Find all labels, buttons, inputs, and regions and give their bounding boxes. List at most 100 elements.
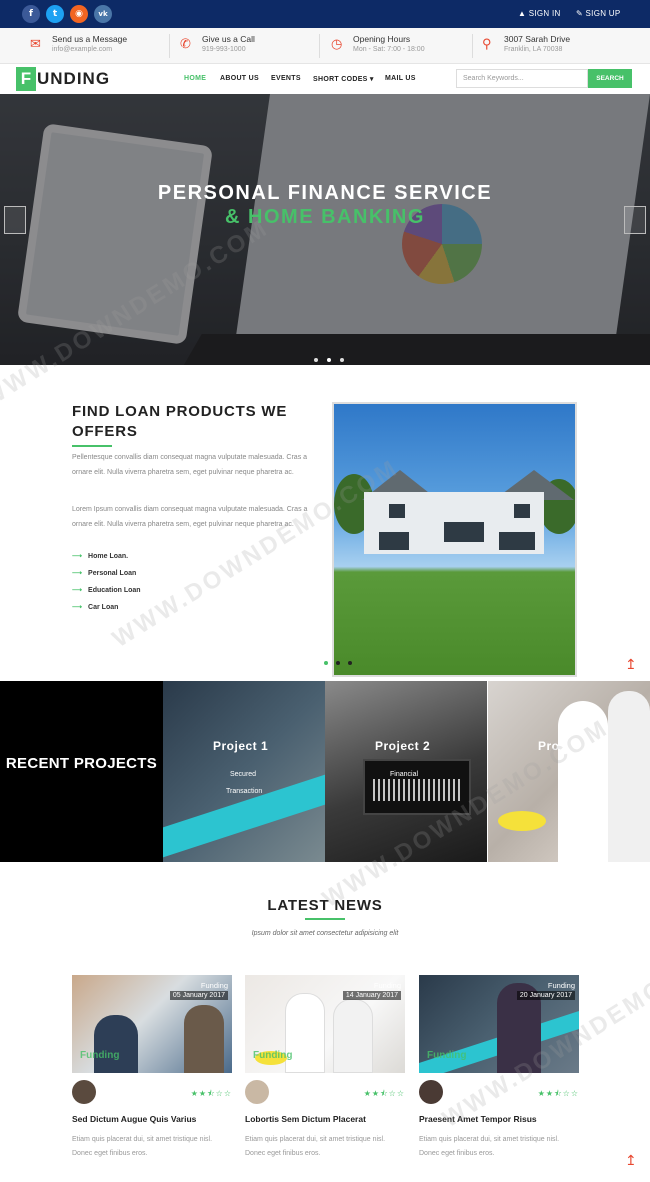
contact-info-bar: ✉ Send us a Message info@example.com ✆ G… xyxy=(0,28,650,64)
loan-item-label: Personal Loan xyxy=(88,570,137,577)
gallery-dot[interactable] xyxy=(324,661,328,665)
slider-dot[interactable] xyxy=(314,358,318,362)
info-title: Opening Hours xyxy=(353,34,411,44)
nav-mail-us[interactable]: MAIL US xyxy=(385,75,416,82)
info-address: ⚲ 3007 Sarah Drive Franklin, LA 70038 xyxy=(482,34,612,58)
image-watermark: Funding xyxy=(253,1050,293,1061)
loans-heading: FIND LOAN PRODUCTS WE OFFERS xyxy=(72,403,288,440)
window-image xyxy=(444,522,484,542)
rss-icon[interactable]: ◉ xyxy=(70,5,88,23)
info-title: 3007 Sarah Drive xyxy=(504,34,571,44)
info-title: Send us a Message xyxy=(52,34,128,44)
slider-dot[interactable] xyxy=(327,358,331,362)
divider xyxy=(472,34,473,58)
nav-short-codes[interactable]: SHORT CODES ▾ xyxy=(313,75,374,83)
news-title[interactable]: Lobortis Sem Dictum Placerat xyxy=(245,1114,366,1124)
divider xyxy=(319,34,320,58)
vk-icon[interactable]: vk xyxy=(94,5,112,23)
loan-item-label: Education Loan xyxy=(88,587,141,594)
project-card-2[interactable]: Project 2 Financial xyxy=(325,681,487,862)
project-title: Project 3 xyxy=(538,739,594,753)
arrow-right-icon: ⟶ xyxy=(72,587,83,594)
scroll-top-icon[interactable]: ↥ xyxy=(625,1152,637,1169)
slider-prev-button[interactable] xyxy=(4,206,26,234)
hero-title: PERSONAL FINANCE SERVICE xyxy=(157,182,493,204)
news-description: Etiam quis placerat dui, sit amet tristi… xyxy=(72,1136,213,1157)
news-date: 20 January 2017 xyxy=(516,991,575,1000)
author-avatar xyxy=(419,1080,443,1104)
gallery-dot[interactable] xyxy=(348,661,352,665)
loan-item-home[interactable]: ⟶ Home Loan. xyxy=(72,552,128,560)
window-image xyxy=(389,504,405,518)
news-title[interactable]: Praesent Amet Tempor Risus xyxy=(419,1114,537,1124)
rating-stars: ★★⯪☆☆ xyxy=(537,1089,579,1098)
top-bar: f t ◉ vk ▲ SIGN IN ✎ SIGN UP xyxy=(0,0,650,28)
loan-item-label: Car Loan xyxy=(88,604,119,611)
recent-projects-heading: RECENT PROJECTS xyxy=(5,755,158,772)
facebook-icon[interactable]: f xyxy=(22,5,40,23)
project-title: Project 2 xyxy=(375,739,431,753)
map-marker-icon: ⚲ xyxy=(482,36,492,51)
project-caption: Secured xyxy=(230,771,257,778)
arrow-right-icon: ⟶ xyxy=(72,553,83,560)
info-detail: 919-993-1000 xyxy=(202,46,246,53)
chair-image xyxy=(498,811,546,831)
news-heading: LATEST NEWS xyxy=(267,897,383,914)
news-image: Funding 05 January 2017 Funding xyxy=(72,975,232,1073)
project-card-3[interactable]: Project 3 xyxy=(488,681,650,862)
project-card-1[interactable]: Project 1 Secured Transaction xyxy=(163,681,325,862)
project-caption: Transaction xyxy=(226,788,263,795)
news-category: Funding xyxy=(547,981,575,990)
window-image xyxy=(379,532,409,550)
nav-home[interactable]: HOME xyxy=(184,75,206,82)
news-date: 05 January 2017 xyxy=(169,991,228,1000)
envelope-icon: ✉ xyxy=(30,36,41,51)
window-image xyxy=(514,504,530,518)
news-description: Etiam quis placerat dui, sit amet tristi… xyxy=(419,1136,560,1157)
arrow-right-icon: ⟶ xyxy=(72,604,83,611)
gallery-dot[interactable] xyxy=(336,661,340,665)
news-category: Funding xyxy=(200,981,228,990)
bar-chart-image xyxy=(373,779,463,801)
nav-about-us[interactable]: ABOUT US xyxy=(220,75,259,82)
hero-slider: PERSONAL FINANCE SERVICE & HOME BANKING xyxy=(0,94,650,365)
info-detail: Franklin, LA 70038 xyxy=(504,46,563,53)
site-logo[interactable]: F UNDING xyxy=(16,67,110,91)
loan-item-personal[interactable]: ⟶ Personal Loan xyxy=(72,569,136,577)
rating-stars: ★★⯪☆☆ xyxy=(190,1089,232,1098)
clock-icon: ◷ xyxy=(331,36,343,51)
loans-paragraph-1: Pellentesque convallis diam consequat ma… xyxy=(72,454,308,476)
slider-dot[interactable] xyxy=(340,358,344,362)
window-image xyxy=(499,532,535,550)
logo-text: UNDING xyxy=(37,69,111,88)
news-date: 14 January 2017 xyxy=(342,991,401,1000)
search-button[interactable]: SEARCH xyxy=(588,69,632,88)
person-image xyxy=(608,691,650,862)
loan-item-car[interactable]: ⟶ Car Loan xyxy=(72,603,118,611)
news-subtitle: Ipsum dolor sit amet consectetur adipisi… xyxy=(251,930,399,937)
image-watermark: Funding xyxy=(427,1050,467,1061)
info-title: Give us a Call xyxy=(202,34,255,44)
person-image xyxy=(94,1015,138,1073)
news-title[interactable]: Sed Dictum Augue Quis Varius xyxy=(72,1114,196,1124)
logo-letter: F xyxy=(16,67,36,91)
hero-overlay xyxy=(0,94,650,365)
sign-up-link[interactable]: ✎ SIGN UP xyxy=(576,9,621,18)
author-avatar xyxy=(72,1080,96,1104)
rating-stars: ★★⯪☆☆ xyxy=(363,1089,405,1098)
hero-subtitle: & HOME BANKING xyxy=(225,206,425,228)
sign-up-label: SIGN UP xyxy=(585,9,621,18)
twitter-icon[interactable]: t xyxy=(46,5,64,23)
nav-events[interactable]: EVENTS xyxy=(271,75,301,82)
loan-item-label: Home Loan. xyxy=(88,553,129,560)
divider xyxy=(169,34,170,58)
slider-next-button[interactable] xyxy=(624,206,646,234)
search-input[interactable]: Search Keywords... xyxy=(456,69,588,88)
person-image xyxy=(184,1005,224,1073)
loan-item-education[interactable]: ⟶ Education Loan xyxy=(72,586,141,594)
sign-in-link[interactable]: ▲ SIGN IN xyxy=(518,9,561,18)
scroll-top-icon[interactable]: ↥ xyxy=(625,656,637,673)
info-detail: info@example.com xyxy=(52,46,113,53)
person-image xyxy=(333,999,373,1073)
info-detail: Mon - Sat: 7:00 - 18:00 xyxy=(353,46,425,53)
